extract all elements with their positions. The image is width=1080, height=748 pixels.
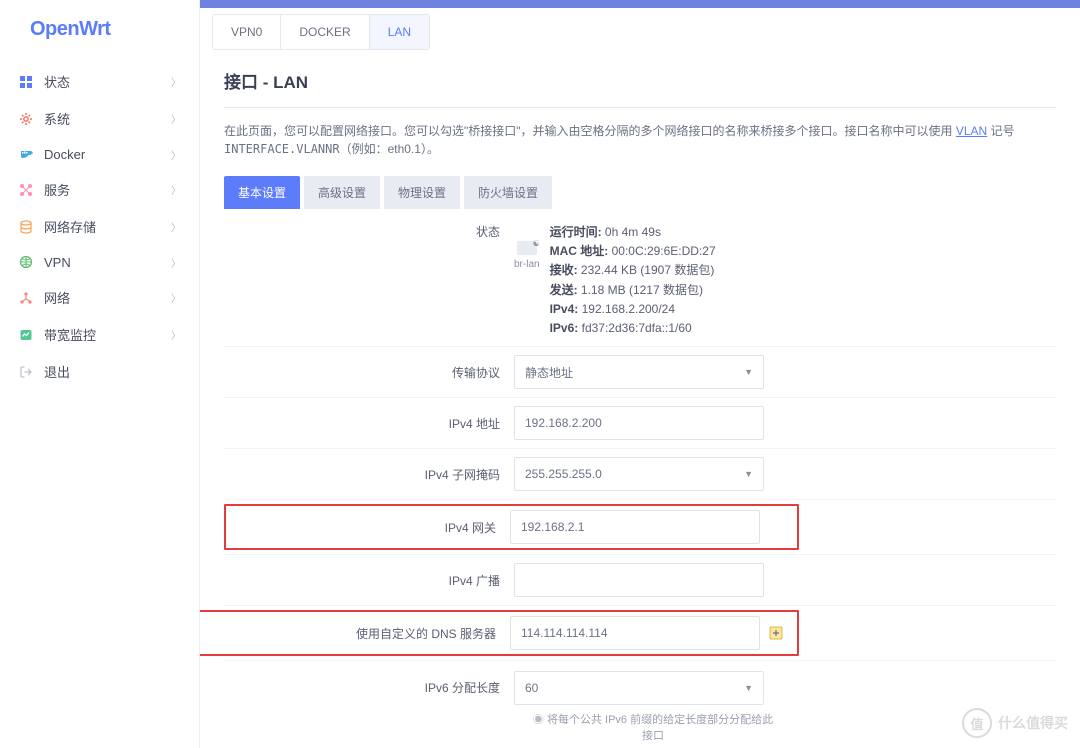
chevron-down-icon: ▼ [744,683,753,693]
sidebar-item-vpn[interactable]: VPN〉 [0,245,199,279]
sidebar-nav: 状态〉系统〉Docker〉服务〉网络存储〉VPN〉网络〉带宽监控〉退出 [0,55,199,398]
select-protocol[interactable]: 静态地址 ▼ [514,355,764,389]
row-ipv6-length: IPv6 分配长度 60 ▼ ◉ 将每个公共 IPv6 前缀的给定长度部分分配给… [224,661,1056,748]
sidebar-item-gear[interactable]: 系统〉 [0,100,199,137]
chevron-down-icon: ▼ [744,367,753,377]
vlan-link[interactable]: VLAN [956,124,987,138]
label-dns: 使用自定义的 DNS 服务器 [200,625,510,642]
sidebar-item-label: VPN [44,255,171,270]
chevron-right-icon: 〉 [171,290,181,305]
row-dns: 使用自定义的 DNS 服务器 [224,606,1056,661]
sidebar-item-docker[interactable]: Docker〉 [0,137,199,171]
page-title: 接口 - LAN [224,68,1056,108]
chevron-right-icon: 〉 [171,111,181,126]
label-ipv4-address: IPv4 地址 [224,415,514,432]
sidebar-item-label: 带宽监控 [44,325,171,344]
chevron-right-icon: 〉 [171,182,181,197]
subtab-0[interactable]: 基本设置 [224,176,300,209]
logo-text: OpenWrt [30,18,111,40]
sidebar-item-service[interactable]: 服务〉 [0,171,199,208]
sidebar-item-bandwidth[interactable]: 带宽监控〉 [0,316,199,353]
bandwidth-icon [18,327,34,343]
subtab-2[interactable]: 物理设置 [384,176,460,209]
sidebar-item-exit[interactable]: 退出 [0,353,199,390]
subtab-1[interactable]: 高级设置 [304,176,380,209]
row-ipv4-netmask: IPv4 子网掩码 255.255.255.0 ▼ [224,449,1056,500]
sidebar-item-label: 退出 [44,362,181,381]
sidebar-item-label: 网络 [44,288,171,307]
label-status: 状态 [224,223,514,240]
main: VPN0DOCKERLAN 接口 - LAN 在此页面，您可以配置网络接口。您可… [200,0,1080,748]
iface-icon: br-lan [514,241,540,273]
status-block: br-lan 运行时间: 0h 4m 49s MAC 地址: 00:0C:29:… [514,223,1056,338]
storage-icon [18,219,34,235]
tab-docker[interactable]: DOCKER [281,15,369,49]
subtab-3[interactable]: 防火墙设置 [464,176,552,209]
logo: OpenWrt [0,0,199,55]
chevron-right-icon: 〉 [171,219,181,234]
sidebar: OpenWrt 状态〉系统〉Docker〉服务〉网络存储〉VPN〉网络〉带宽监控… [0,0,200,748]
add-icon[interactable] [768,625,784,641]
exit-icon [18,364,34,380]
sidebar-item-storage[interactable]: 网络存储〉 [0,208,199,245]
chevron-down-icon: ▼ [744,469,753,479]
sub-tabs: 基本设置高级设置物理设置防火墙设置 [224,176,1056,209]
vpn-icon [18,254,34,270]
docker-icon [18,146,34,162]
row-ipv4-broadcast: IPv4 广播 [224,555,1056,606]
sidebar-item-label: 系统 [44,109,171,128]
chevron-right-icon: 〉 [171,327,181,342]
chevron-right-icon: 〉 [171,147,181,162]
chevron-right-icon: 〉 [171,74,181,89]
chevron-right-icon: 〉 [171,255,181,270]
row-ipv4-address: IPv4 地址 [224,398,1056,449]
tab-vpn0[interactable]: VPN0 [213,15,281,49]
select-ipv6-length[interactable]: 60 ▼ [514,671,764,705]
form: 状态 br-lan 运行时间: 0h 4m 49s MAC 地址: 00:0C:… [224,209,1056,748]
gear-icon [18,111,34,127]
label-ipv4-gateway: IPv4 网关 [232,519,510,536]
label-ipv4-broadcast: IPv4 广播 [224,572,514,589]
highlight-gateway: IPv4 网关 [224,504,799,550]
ipv6-length-helper: ◉ 将每个公共 IPv6 前缀的给定长度部分分配给此接口 [528,711,778,743]
top-tabs: VPN0DOCKERLAN [212,14,430,50]
row-ipv4-gateway: IPv4 网关 [224,500,1056,555]
service-icon [18,182,34,198]
row-status: 状态 br-lan 运行时间: 0h 4m 49s MAC 地址: 00:0C:… [224,209,1056,347]
row-protocol: 传输协议 静态地址 ▼ [224,347,1056,398]
grid-icon [18,74,34,90]
sidebar-item-label: 状态 [44,72,171,91]
topbar-strip [200,0,1080,8]
input-dns[interactable] [510,616,760,650]
sidebar-item-grid[interactable]: 状态〉 [0,63,199,100]
content: 接口 - LAN 在此页面，您可以配置网络接口。您可以勾选"桥接接口"，并输入由… [200,50,1080,748]
sidebar-item-network[interactable]: 网络〉 [0,279,199,316]
sidebar-item-label: 网络存储 [44,217,171,236]
help-text: 在此页面，您可以配置网络接口。您可以勾选"桥接接口"，并输入由空格分隔的多个网络… [224,122,1056,158]
select-ipv4-netmask[interactable]: 255.255.255.0 ▼ [514,457,764,491]
network-icon [18,290,34,306]
sidebar-item-label: Docker [44,147,171,162]
top-tabs-wrap: VPN0DOCKERLAN [200,8,1080,50]
input-ipv4-address[interactable] [514,406,764,440]
input-ipv4-gateway[interactable] [510,510,760,544]
highlight-dns: 使用自定义的 DNS 服务器 [200,610,799,656]
tab-lan[interactable]: LAN [370,15,429,49]
input-ipv4-broadcast[interactable] [514,563,764,597]
label-ipv6-length: IPv6 分配长度 [224,671,514,696]
label-protocol: 传输协议 [224,364,514,381]
sidebar-item-label: 服务 [44,180,171,199]
label-ipv4-netmask: IPv4 子网掩码 [224,466,514,483]
